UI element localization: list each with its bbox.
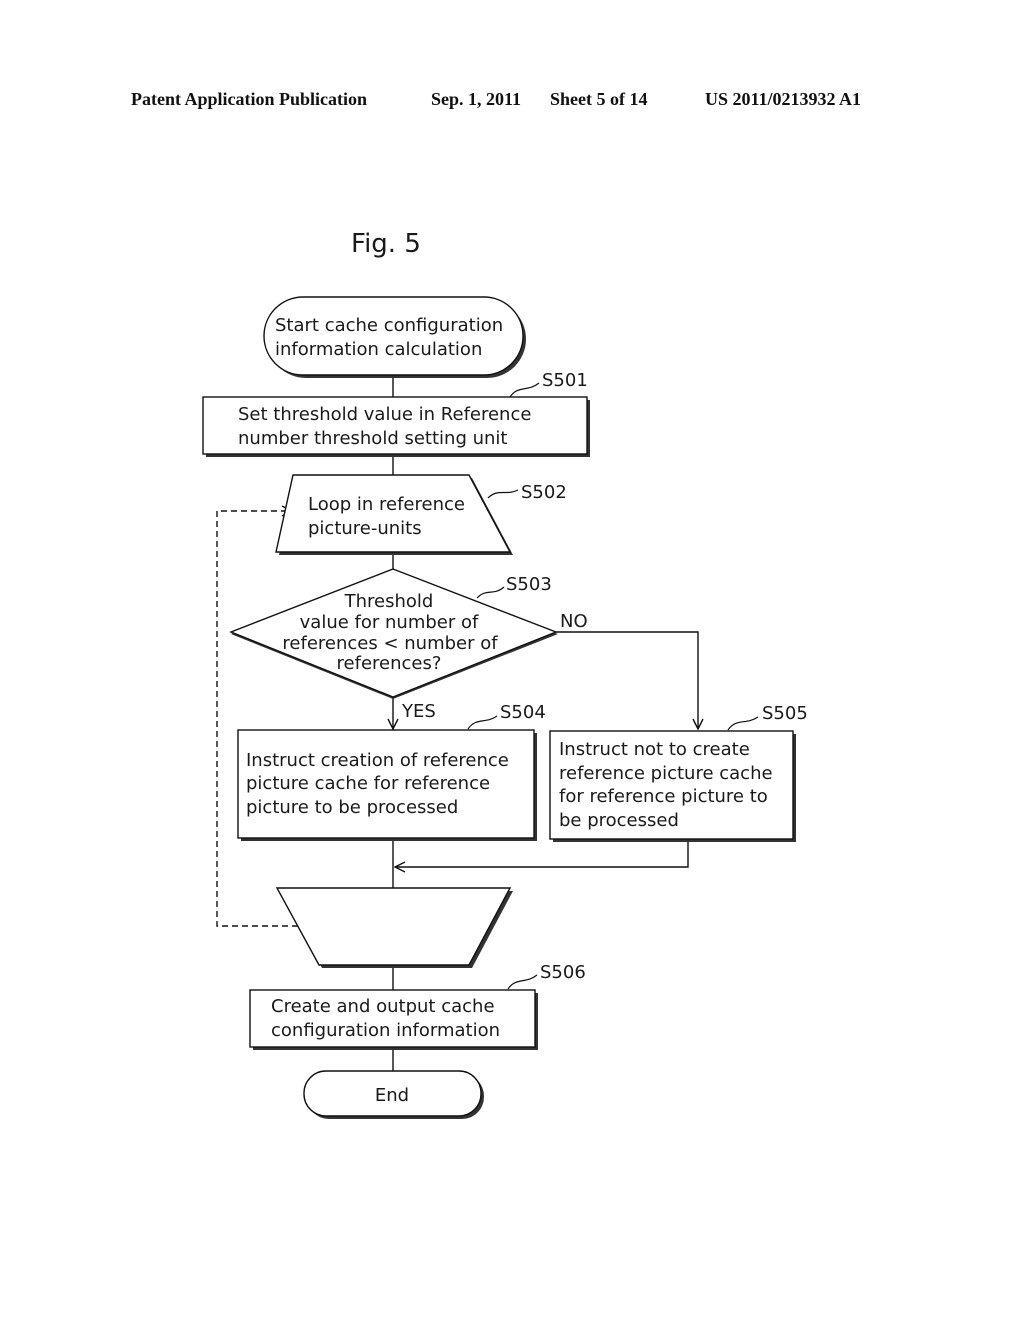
s505-text-line-1: Instruct not to create — [559, 739, 750, 760]
connector-no — [556, 631, 698, 729]
s505-text-line-3: for reference picture to — [559, 786, 768, 807]
step-s502-loop-start: Loop in reference picture-units S502 — [275, 474, 567, 555]
s503-text-line-4: references? — [337, 653, 442, 674]
s503-text-line-2: value for number of — [300, 612, 479, 633]
no-branch-label: NO — [560, 611, 588, 632]
s502-text-line-1: Loop in reference — [308, 494, 465, 515]
s505-text-line-4: be processed — [559, 810, 679, 831]
s504-text-line-2: picture cache for reference — [246, 773, 490, 794]
s503-text-line-3: references < number of — [282, 633, 498, 654]
connector-s505-merge — [395, 841, 689, 867]
step-s506: Create and output cache configuration in… — [249, 962, 586, 1050]
s501-label: S501 — [542, 370, 588, 391]
s506-text-line-2: configuration information — [271, 1020, 500, 1041]
start-terminator: Start cache configuration information ca… — [263, 296, 526, 378]
flowchart: Fig. 5 Start cache configuration informa… — [202, 229, 808, 1119]
start-text-line-2: information calculation — [275, 339, 482, 360]
s504-text-line-1: Instruct creation of reference — [246, 750, 509, 771]
loop-end — [275, 887, 513, 968]
loop-back-dashed-line — [216, 511, 298, 927]
s504-text-line-3: picture to be processed — [246, 797, 458, 818]
s502-text-line-2: picture-units — [308, 518, 422, 539]
s502-label: S502 — [521, 482, 567, 503]
step-s504: Instruct creation of reference picture c… — [237, 702, 546, 841]
step-s505: Instruct not to create reference picture… — [549, 703, 808, 842]
start-text-line-1: Start cache configuration — [275, 315, 503, 336]
step-s503-decision: Threshold value for number of references… — [229, 568, 588, 722]
s503-label: S503 — [506, 574, 552, 595]
s501-text-line-2: number threshold setting unit — [238, 428, 507, 449]
s504-label: S504 — [500, 702, 546, 723]
s506-text-line-1: Create and output cache — [271, 996, 495, 1017]
yes-branch-label: YES — [401, 701, 436, 722]
figure-title: Fig. 5 — [351, 229, 421, 259]
end-text: End — [375, 1085, 409, 1106]
step-s501: Set threshold value in Reference number … — [202, 370, 590, 457]
s505-label: S505 — [762, 703, 808, 724]
s501-text-line-1: Set threshold value in Reference — [238, 404, 531, 425]
s505-text-line-2: reference picture cache — [559, 763, 773, 784]
end-terminator: End — [303, 1070, 484, 1119]
s503-text-line-1: Threshold — [344, 591, 434, 612]
s506-label: S506 — [540, 962, 586, 983]
